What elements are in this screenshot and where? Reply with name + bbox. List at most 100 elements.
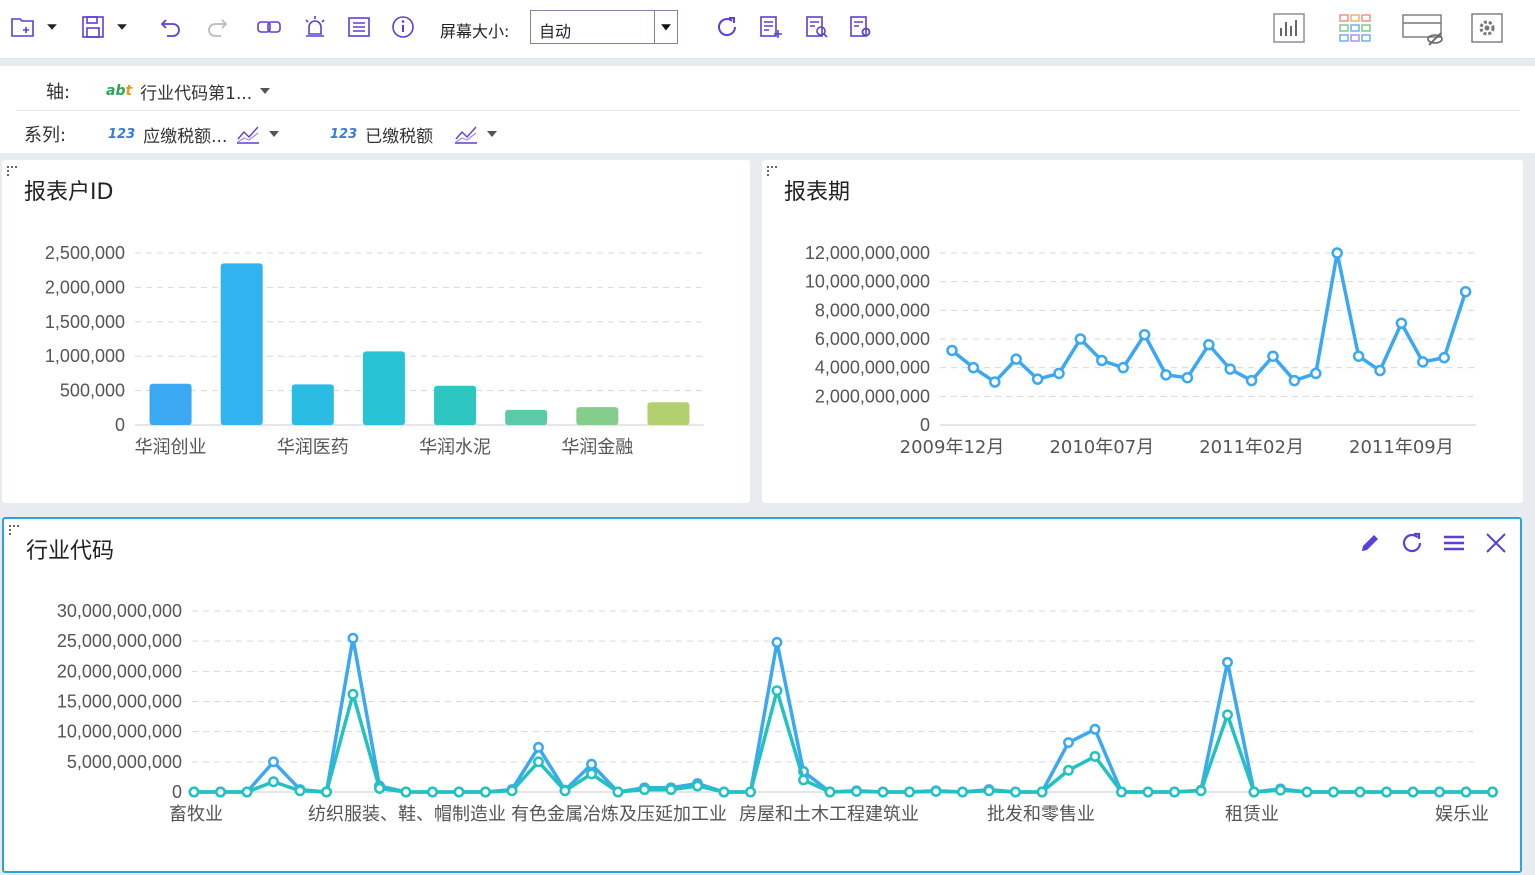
number-field-icon: 123	[330, 126, 358, 142]
data-point	[904, 786, 915, 798]
data-point	[241, 786, 253, 798]
data-point	[1089, 750, 1101, 762]
data-point	[1434, 786, 1445, 798]
series-label: 系列:	[24, 125, 67, 146]
data-point	[427, 786, 438, 798]
text-field-icon: abt	[106, 83, 133, 99]
settings-gear-icon[interactable]	[1468, 10, 1506, 46]
data-point	[798, 774, 809, 786]
data-point	[1195, 785, 1207, 797]
data-point	[1288, 374, 1301, 387]
line-chart-type-icon[interactable]	[235, 123, 261, 145]
chart-type-icon[interactable]	[1270, 10, 1308, 46]
hide-panel-icon[interactable]	[1400, 10, 1446, 48]
axis-field-dropdown-icon[interactable]	[260, 88, 271, 94]
axis-label: 轴:	[46, 82, 71, 103]
data-point	[1222, 709, 1233, 721]
bar	[505, 409, 548, 425]
refresh-icon[interactable]	[712, 12, 742, 42]
data-point	[294, 785, 306, 797]
series-2-dropdown-icon[interactable]	[487, 131, 498, 137]
panel-report-period[interactable]: 报表期 0 2,000,000,000 4,000,000,000 6,000,000…	[762, 160, 1523, 503]
undo-icon[interactable]	[156, 12, 186, 42]
series-1-dropdown-icon[interactable]	[269, 131, 280, 137]
y-tick-label: 25,000,000,000	[57, 631, 182, 651]
data-point	[1036, 786, 1048, 798]
x-tick-label: 2010年07月	[1049, 437, 1154, 458]
axis-series-config: 轴: abt 行业代码第1... 系列: 123 应缴税额... 123 已缴税…	[0, 66, 1535, 153]
data-point	[321, 786, 332, 798]
data-point	[1395, 317, 1408, 329]
data-point	[1407, 786, 1419, 798]
data-point	[612, 786, 624, 798]
panel-report-id[interactable]: 报表户ID 0 500,000 1,000,000 1,500,000 2,000,00…	[2, 160, 750, 503]
data-point	[1138, 328, 1151, 341]
data-point	[946, 344, 958, 357]
data-point	[771, 685, 783, 697]
data-point	[1275, 784, 1286, 796]
data-point	[1438, 351, 1450, 364]
data-point	[967, 361, 980, 374]
data-point	[930, 785, 942, 797]
redo-icon[interactable]	[202, 12, 232, 42]
data-point	[215, 786, 226, 798]
series-field-chip-1[interactable]: 123 应缴税额...	[108, 121, 280, 147]
data-point	[1248, 786, 1260, 798]
data-point	[957, 786, 968, 798]
info-icon[interactable]	[388, 12, 418, 42]
alert-icon[interactable]	[300, 12, 330, 42]
line-chart-type-icon[interactable]	[453, 123, 479, 145]
x-tick-label: 华润水泥	[419, 437, 491, 458]
series-line	[194, 636, 1493, 794]
y-tick-label: 6,000,000,000	[815, 329, 930, 349]
data-point	[877, 786, 889, 798]
data-point	[374, 782, 385, 794]
y-tick-label: 10,000,000,000	[805, 272, 930, 292]
new-dropdown-icon[interactable]	[42, 12, 62, 42]
x-tick-label: 有色金属冶炼及压延加工业	[511, 804, 727, 825]
data-point	[1352, 350, 1365, 362]
data-point	[453, 786, 465, 798]
data-point	[1074, 333, 1087, 345]
data-point	[692, 780, 703, 792]
axis-row: 轴: abt 行业代码第1...	[0, 68, 1520, 110]
select-arrow-icon[interactable]	[654, 11, 677, 43]
add-data-icon[interactable]	[756, 12, 786, 42]
x-tick-label: 房屋和土木工程建筑业	[739, 804, 919, 825]
x-tick-label: 批发和零售业	[987, 804, 1095, 825]
data-point	[1010, 786, 1021, 798]
bar	[576, 407, 619, 425]
data-point	[1116, 786, 1127, 798]
data-point	[718, 786, 730, 798]
x-tick-label: 华润医药	[277, 437, 349, 458]
report-icon[interactable]	[344, 12, 374, 42]
screen-size-select[interactable]: 自动	[530, 10, 678, 44]
data-point	[268, 776, 279, 788]
data-point	[1224, 363, 1236, 375]
save-icon[interactable]	[78, 12, 108, 42]
bar	[434, 385, 477, 425]
series-line	[194, 688, 1493, 794]
y-tick-label: 0	[920, 415, 930, 435]
y-tick-label: 1,000,000	[45, 346, 125, 366]
toolbar: 屏幕大小: 自动	[0, 0, 1535, 59]
series-field-name-1: 应缴税额...	[143, 126, 228, 147]
save-dropdown-icon[interactable]	[112, 12, 132, 42]
preview-icon[interactable]	[802, 12, 832, 42]
data-point	[1089, 723, 1101, 735]
panel-industry-code[interactable]: 行业代码 0 5,000,000,000 10,000,000,000 15,000,…	[2, 517, 1522, 873]
x-tick-label: 租赁业	[1225, 804, 1279, 825]
data-point	[1301, 786, 1313, 798]
series-line	[950, 251, 1468, 384]
data-settings-icon[interactable]	[846, 12, 876, 42]
link-icon[interactable]	[254, 12, 284, 42]
axis-field-chip[interactable]: abt 行业代码第1...	[106, 78, 271, 104]
x-tick-label: 2011年09月	[1349, 437, 1454, 458]
series-field-chip-2[interactable]: 123 已缴税额	[330, 121, 498, 147]
data-point	[1381, 786, 1392, 798]
grid-layout-icon[interactable]	[1336, 10, 1374, 46]
data-point	[480, 786, 491, 798]
new-folder-icon[interactable]	[8, 12, 38, 42]
data-point	[1328, 786, 1339, 798]
y-tick-label: 5,000,000,000	[67, 752, 182, 772]
